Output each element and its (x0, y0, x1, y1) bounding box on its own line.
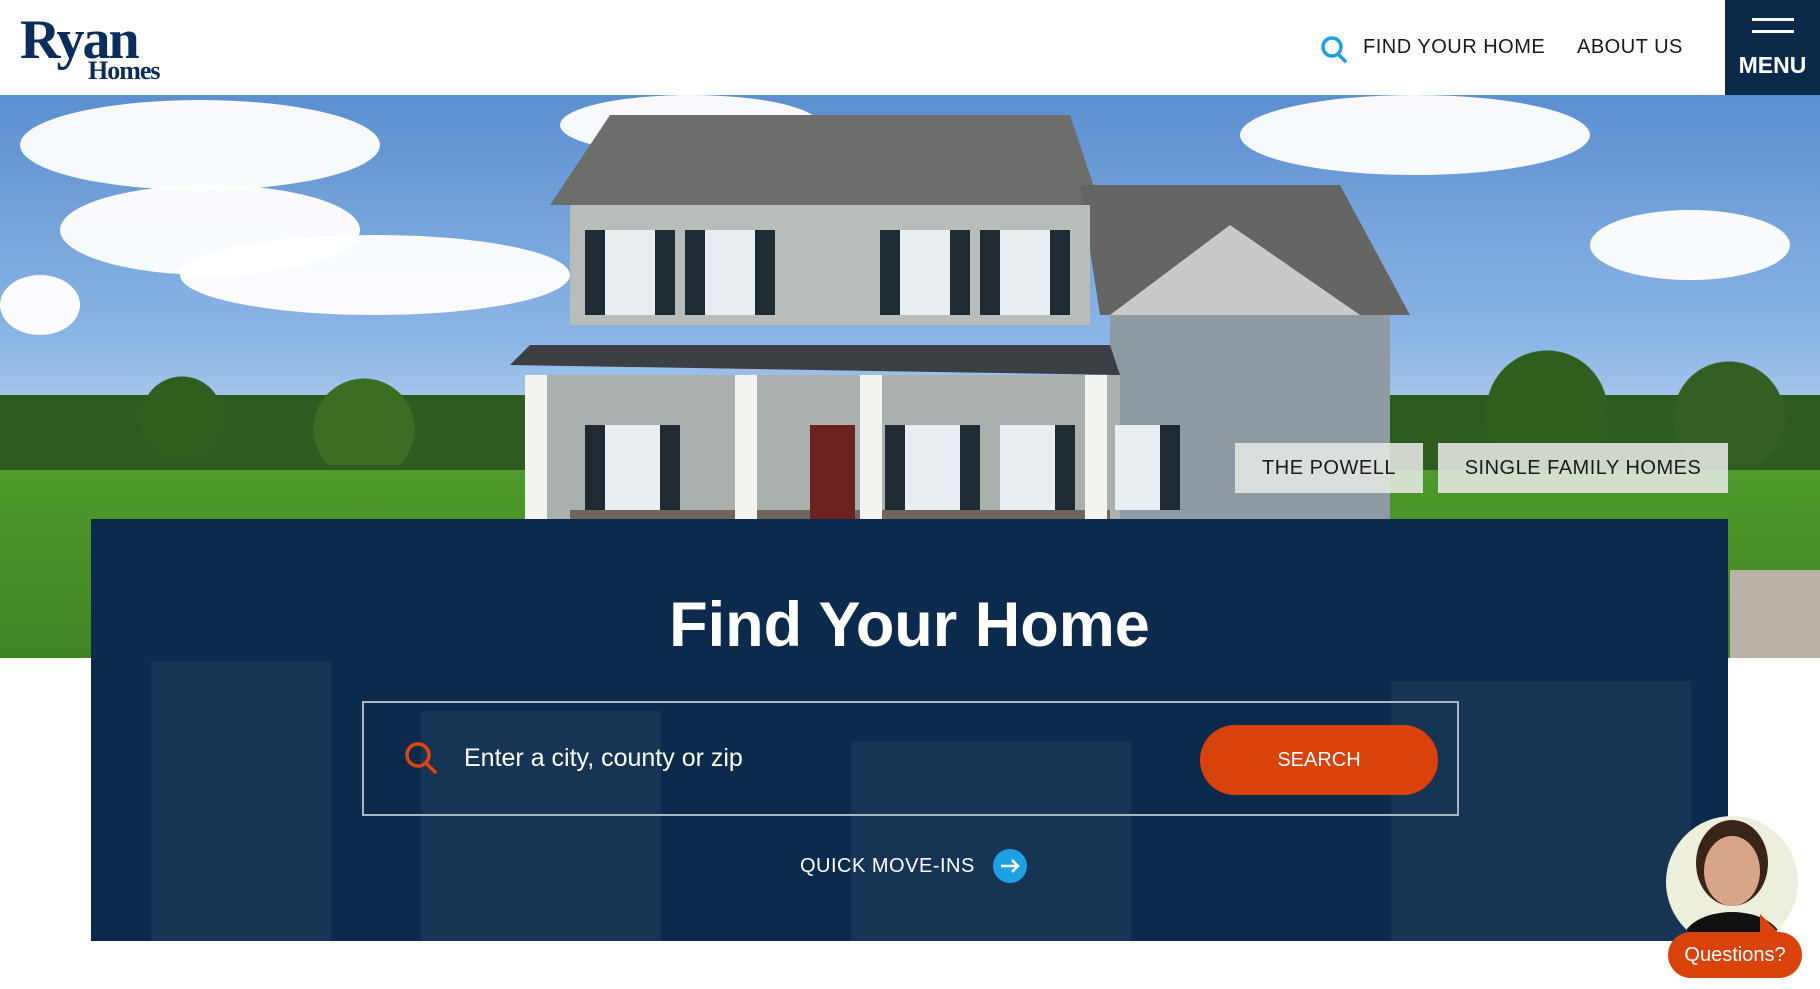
hamburger-icon (1752, 18, 1794, 42)
find-your-home-panel: Find Your Home SEARCH QUICK MOVE-INS (91, 519, 1728, 941)
search-icon[interactable] (1320, 35, 1348, 63)
nav-about-us[interactable]: ABOUT US (1577, 36, 1683, 59)
tag-the-powell[interactable]: THE POWELL (1235, 443, 1423, 493)
search-box: SEARCH (362, 701, 1459, 816)
quick-move-ins-link[interactable]: QUICK MOVE-INS (800, 849, 1027, 883)
site-header: Ryan Homes FIND YOUR HOME ABOUT US MENU (0, 0, 1820, 95)
location-search-input[interactable] (464, 733, 1064, 783)
arrow-right-icon (992, 849, 1027, 883)
nav-find-your-home[interactable]: FIND YOUR HOME (1363, 36, 1545, 59)
questions-chat-button[interactable]: Questions? (1668, 914, 1802, 978)
ryan-homes-logo[interactable]: Ryan Homes (20, 12, 161, 85)
page-title: Find Your Home (669, 590, 1150, 660)
tag-single-family-homes[interactable]: SINGLE FAMILY HOMES (1438, 443, 1728, 493)
quick-move-ins-label: QUICK MOVE-INS (800, 854, 975, 877)
search-button[interactable]: SEARCH (1200, 725, 1438, 795)
search-icon (405, 742, 437, 774)
menu-label: MENU (1738, 52, 1807, 78)
menu-button[interactable]: MENU (1725, 0, 1820, 95)
